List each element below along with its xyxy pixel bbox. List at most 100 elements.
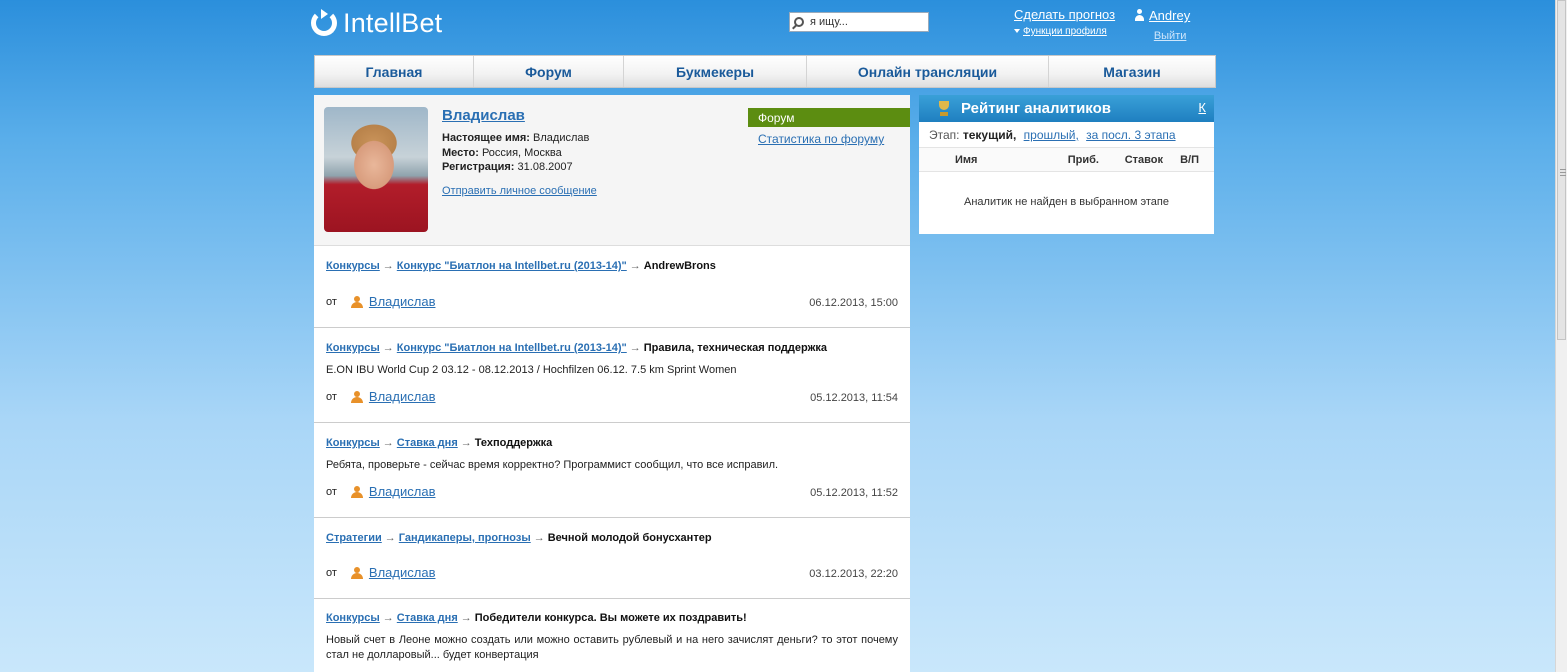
col-wl: В/П [1180, 153, 1199, 166]
post-item: Конкурсы → Ставка дня → Техподдержка Ребята,… [314, 423, 910, 518]
arrow-icon: → [384, 532, 396, 544]
col-bets: Ставок [1124, 153, 1163, 166]
registration-label: Регистрация: [442, 161, 515, 173]
nav-item-bookmakers[interactable]: Букмекеры [624, 56, 807, 87]
rating-table-header: Имя Приб. Ставок В/П [919, 148, 1214, 172]
crumb-section-link[interactable]: Конкурсы [326, 612, 380, 624]
person-icon [350, 295, 363, 308]
crumb-subsection-link[interactable]: Ставка дня [397, 612, 458, 624]
stage-past-link[interactable]: прошлый, [1024, 128, 1079, 142]
post-breadcrumb: Конкурсы → Ставка дня → Победители конкурса.… [326, 612, 747, 624]
col-profit: Приб. [1067, 153, 1099, 166]
nav-item-forum[interactable]: Форум [474, 56, 624, 87]
site-logo[interactable]: IntellBet [311, 7, 442, 39]
registration-value: 31.08.2007 [517, 161, 573, 173]
post-topic: Вечной молодой бонусхантер [547, 532, 712, 544]
crumb-subsection-link[interactable]: Конкурс "Биатлон на Intellbet.ru (2013-1… [397, 342, 627, 354]
post-breadcrumb: Конкурсы → Ставка дня → Техподдержка [326, 437, 552, 449]
top-links: Сделать прогноз Функции профиля [1014, 7, 1115, 37]
post-author: от Владислав [326, 484, 435, 499]
arrow-icon: → [382, 260, 394, 272]
post-author: от Владислав [326, 294, 435, 309]
arrow-icon: → [533, 532, 545, 544]
search-box[interactable] [789, 12, 929, 32]
stage-label: Этап: [929, 128, 960, 142]
stage-last3-link[interactable]: за посл. 3 этапа [1086, 128, 1175, 142]
profile-functions-label: Функции профиля [1023, 26, 1107, 37]
logout-link[interactable]: Выйти [1134, 30, 1190, 42]
author-link[interactable]: Владислав [369, 565, 436, 580]
grip-line [1560, 175, 1566, 176]
post-topic: AndrewBrons [643, 260, 716, 272]
rating-k-link[interactable]: К [1198, 100, 1206, 115]
post-excerpt: Ребята, проверьте - сейчас время коррект… [326, 459, 779, 471]
send-message-link[interactable]: Отправить личное сообщение [442, 185, 597, 197]
nav-item-shop[interactable]: Магазин [1049, 56, 1215, 87]
crumb-section-link[interactable]: Стратегии [326, 532, 382, 544]
profile-card: Владислав Настоящее имя: Владислав Место… [314, 95, 910, 246]
search-input[interactable] [810, 16, 920, 28]
nav-item-home[interactable]: Главная [315, 56, 474, 87]
real-name-label: Настоящее имя: [442, 132, 530, 144]
post-topic: Техподдержка [474, 437, 553, 449]
main-nav: Главная Форум Букмекеры Онлайн трансляци… [314, 55, 1216, 88]
caret-down-icon [1014, 29, 1020, 34]
user-name-link[interactable]: Andrey [1149, 8, 1190, 23]
logo-refresh-icon [311, 9, 337, 36]
rating-header: Рейтинг аналитиков К [919, 95, 1214, 122]
from-label: от [326, 485, 337, 498]
person-icon [350, 390, 363, 403]
real-name-value: Владислав [533, 132, 590, 144]
crumb-subsection-link[interactable]: Ставка дня [397, 437, 458, 449]
crumb-section-link[interactable]: Конкурсы [326, 260, 380, 272]
profile-name-link[interactable]: Владислав [442, 107, 525, 124]
post-date: 03.12.2013, 22:20 [809, 568, 898, 580]
author-link[interactable]: Владислав [369, 484, 436, 499]
profile-info: Настоящее имя: Владислав Место: Россия, … [442, 131, 589, 175]
scrollbar-thumb[interactable] [1557, 0, 1566, 340]
user-box: Andrey Выйти [1134, 7, 1190, 42]
crumb-section-link[interactable]: Конкурсы [326, 437, 380, 449]
post-topic: Правила, техническая поддержка [643, 342, 828, 354]
crumb-section-link[interactable]: Конкурсы [326, 342, 380, 354]
arrow-icon: → [460, 437, 472, 449]
nav-item-live[interactable]: Онлайн трансляции [807, 56, 1049, 87]
person-icon [350, 566, 363, 579]
place-label: Место: [442, 146, 479, 159]
stage-current: текущий, [962, 128, 1017, 142]
stage-selector: Этап: текущий, прошлый, за посл. 3 этапа [919, 122, 1214, 148]
author-link[interactable]: Владислав [369, 389, 436, 404]
vertical-scrollbar[interactable] [1555, 0, 1567, 672]
post-breadcrumb: Конкурсы → Конкурс "Биатлон на Intellbet.r… [326, 260, 716, 272]
make-forecast-link[interactable]: Сделать прогноз [1014, 7, 1115, 22]
arrow-icon: → [460, 612, 472, 624]
main-column: Владислав Настоящее имя: Владислав Место… [314, 95, 910, 672]
post-excerpt: E.ON IBU World Cup 2 03.12 - 08.12.2013 … [326, 364, 737, 376]
arrow-icon: → [382, 612, 394, 624]
search-icon [794, 17, 804, 27]
forum-tab[interactable]: Форум [748, 108, 910, 127]
analysts-rating: Рейтинг аналитиков К Этап: текущий, прош… [919, 95, 1214, 234]
profile-functions-link[interactable]: Функции профиля [1014, 26, 1115, 37]
post-author: от Владислав [326, 389, 435, 404]
post-excerpt: Новый счет в Леоне можно создать или мож… [326, 634, 898, 661]
author-link[interactable]: Владислав [369, 294, 436, 309]
from-label: от [326, 390, 337, 403]
arrow-icon: → [382, 437, 394, 449]
crumb-subsection-link[interactable]: Гандикаперы, прогнозы [399, 532, 531, 544]
post-date: 05.12.2013, 11:52 [810, 487, 898, 499]
logo-text: IntellBet [343, 7, 443, 38]
post-breadcrumb: Стратегии → Гандикаперы, прогнозы → Вечной м… [326, 532, 712, 544]
crumb-subsection-link[interactable]: Конкурс "Биатлон на Intellbet.ru (2013-1… [397, 260, 627, 272]
post-item: Конкурсы → Ставка дня → Победители конкурса.… [314, 599, 910, 672]
post-author: от Владислав [326, 565, 435, 580]
avatar [324, 107, 428, 232]
rating-empty-message: Аналитик не найден в выбранном этапе [964, 196, 1169, 208]
arrow-icon: → [629, 260, 641, 272]
forum-stats-link[interactable]: Статистика по форуму [758, 132, 884, 146]
place-value: Россия, Москва [481, 146, 562, 159]
col-name: Имя [955, 153, 978, 166]
grip-line [1560, 169, 1566, 170]
from-label: от [326, 566, 337, 579]
grip-line [1560, 172, 1566, 173]
